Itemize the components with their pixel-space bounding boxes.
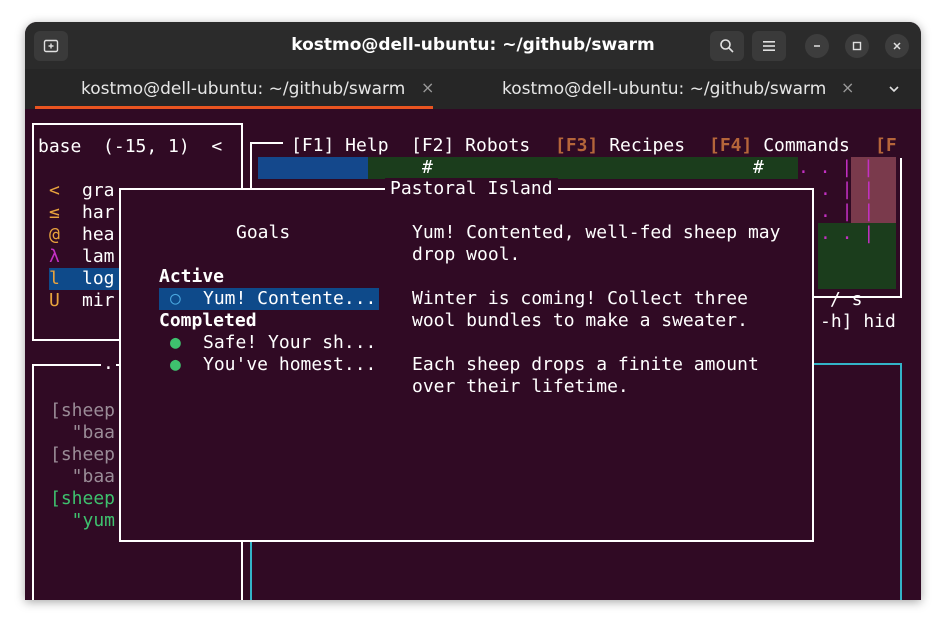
map-fence: . | | xyxy=(820,179,875,200)
minimize-button[interactable] xyxy=(805,34,829,58)
dialog-title: Pastoral Island xyxy=(385,178,558,200)
robot-panel-header: base (-15, 1) < xyxy=(38,136,223,157)
goal-description-line: wool bundles to make a sweater. xyxy=(412,310,748,331)
tab-2[interactable]: kostmo@dell-ubuntu: ~/github/swarm × xyxy=(445,69,865,109)
completed-heading: Completed xyxy=(159,310,257,331)
menu-button[interactable] xyxy=(752,31,786,61)
inventory-item-name: har xyxy=(82,202,115,223)
menu-robots[interactable]: [F2] Robots xyxy=(411,135,530,157)
map-wall-tile: # xyxy=(753,157,764,178)
inventory-item[interactable]: < xyxy=(49,180,60,202)
goal-description-line: Yum! Contented, well-fed sheep may xyxy=(412,222,781,243)
goal-description-line: over their lifetime. xyxy=(412,376,629,397)
tab-close-icon[interactable]: × xyxy=(841,78,854,97)
tabs-dropdown-button[interactable] xyxy=(887,81,901,100)
search-icon xyxy=(720,39,734,53)
chevron-down-icon xyxy=(889,86,899,93)
inventory-item[interactable]: U xyxy=(49,290,60,312)
inventory-item[interactable]: l xyxy=(49,268,60,290)
menu-help[interactable]: [F1] Help xyxy=(291,135,389,157)
completed-goal-item[interactable]: You've homest... xyxy=(203,354,376,376)
tab-bar: kostmo@dell-ubuntu: ~/github/swarm × kos… xyxy=(25,69,921,109)
goal-status-complete-icon: ● xyxy=(170,354,181,375)
active-heading: Active xyxy=(159,266,225,287)
goal-status-complete-icon: ● xyxy=(170,332,181,353)
terminal-window: kostmo@dell-ubuntu: ~/github/swarm kostm… xyxy=(25,22,921,600)
repl-history-line: "baa xyxy=(50,422,116,443)
inventory-item[interactable]: @ xyxy=(49,224,60,246)
world-side-text: -h] hid xyxy=(820,311,896,332)
inventory-item[interactable]: λ xyxy=(49,246,60,268)
inventory-item-name: lam xyxy=(82,246,115,267)
map-water-tile xyxy=(258,157,368,179)
terminal-content[interactable]: base (-15, 1) < < gra ≤ har @ hea λ lam … xyxy=(25,109,921,600)
map-fence: . | | xyxy=(820,201,875,222)
repl-history-line: [sheep xyxy=(50,444,116,465)
active-goal-item[interactable]: Yum! Contente... xyxy=(203,288,376,310)
menu-recipes[interactable]: [F3] Recipes xyxy=(555,135,685,157)
search-button[interactable] xyxy=(710,31,744,61)
inventory-item-name: gra xyxy=(82,180,115,201)
close-button[interactable] xyxy=(885,34,909,58)
maximize-button[interactable] xyxy=(845,34,869,58)
repl-history-line: "yum xyxy=(50,510,116,531)
minimize-icon xyxy=(814,45,820,47)
world-side-text: / s xyxy=(830,289,863,310)
goal-description-line: drop wool. xyxy=(412,244,521,265)
window-title: kostmo@dell-ubuntu: ~/github/swarm xyxy=(291,35,655,55)
close-icon xyxy=(893,42,901,50)
goal-status-open-icon: ○ xyxy=(170,288,181,309)
tab-close-icon[interactable]: × xyxy=(421,78,434,97)
hamburger-menu-icon xyxy=(763,41,775,51)
completed-goal-item[interactable]: Safe! Your sh... xyxy=(203,332,376,354)
maximize-icon xyxy=(852,41,862,51)
title-bar: kostmo@dell-ubuntu: ~/github/swarm xyxy=(25,22,921,69)
tab-label: kostmo@dell-ubuntu: ~/github/swarm xyxy=(502,79,827,99)
repl-history-line: "baa xyxy=(50,466,116,487)
inventory-item-name: mir xyxy=(82,290,115,311)
repl-history-line: [sheep xyxy=(50,488,116,509)
repl-panel-title: . xyxy=(101,353,116,375)
menu-more[interactable]: [F xyxy=(875,135,897,157)
map-fence: . . | xyxy=(820,223,875,244)
menu-commands[interactable]: [F4] Commands xyxy=(709,135,850,157)
inventory-item[interactable]: ≤ xyxy=(49,202,60,224)
repl-history-line: [sheep xyxy=(50,400,116,421)
map-wall-tile: # xyxy=(422,157,433,178)
map-fence: . . | | xyxy=(798,157,874,178)
tab-label: kostmo@dell-ubuntu: ~/github/swarm xyxy=(81,79,406,99)
tab-1[interactable]: kostmo@dell-ubuntu: ~/github/swarm × xyxy=(25,69,445,109)
inventory-item-name: log xyxy=(82,268,115,289)
goal-description-line: Winter is coming! Collect three xyxy=(412,288,748,309)
inventory-item-name: hea xyxy=(82,224,115,245)
goals-heading: Goals xyxy=(236,222,291,243)
goal-description-line: Each sheep drops a finite amount xyxy=(412,354,759,375)
